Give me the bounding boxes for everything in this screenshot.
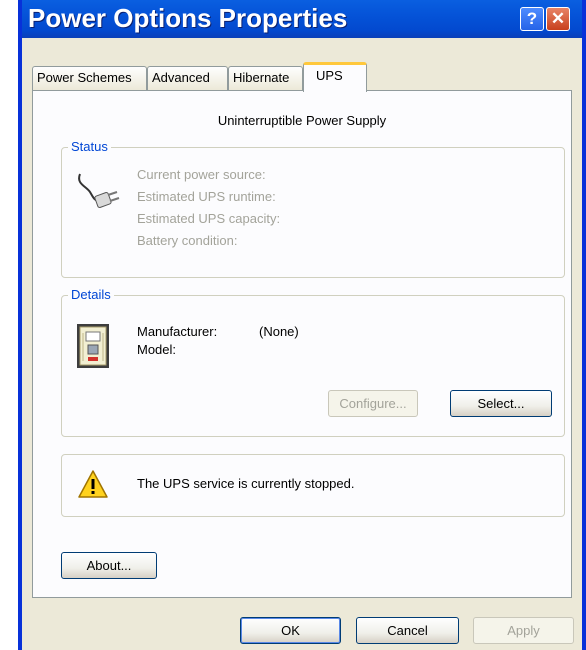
power-options-window: Power Options Properties ? ✕ Power Schem… (18, 0, 586, 650)
manufacturer-label: Manufacturer: (137, 324, 218, 339)
current-power-source-label: Current power source: (137, 167, 266, 182)
apply-button[interactable]: Apply (473, 617, 574, 644)
help-icon[interactable]: ? (520, 7, 544, 31)
window-title: Power Options Properties (28, 3, 348, 33)
select-button[interactable]: Select... (450, 390, 552, 417)
power-plug-icon (78, 173, 120, 208)
warning-icon (78, 470, 108, 498)
battery-condition-label: Battery condition: (137, 233, 238, 248)
status-group: Status Current power source: Estimated U… (61, 139, 565, 278)
details-group: Details Manufacturer: (None) Model: Conf… (61, 287, 565, 437)
estimated-capacity-label: Estimated UPS capacity: (137, 211, 281, 226)
tab-advanced[interactable]: Advanced (147, 66, 228, 90)
tab-power-schemes[interactable]: Power Schemes (32, 66, 147, 90)
ups-panel: Uninterruptible Power Supply Status Curr… (32, 90, 572, 598)
about-button[interactable]: About... (61, 552, 157, 579)
ok-button[interactable]: OK (240, 617, 341, 644)
ups-device-icon (77, 324, 109, 368)
estimated-runtime-label: Estimated UPS runtime: (137, 189, 276, 204)
ups-heading: Uninterruptible Power Supply (217, 113, 387, 128)
details-group-label: Details (68, 287, 114, 302)
title-bar[interactable]: Power Options Properties ? ✕ (22, 0, 582, 38)
service-message-group: The UPS service is currently stopped. (61, 454, 565, 517)
model-label: Model: (137, 342, 177, 357)
tab-ups[interactable]: UPS (303, 62, 367, 92)
status-group-label: Status (68, 139, 111, 154)
close-icon[interactable]: ✕ (546, 7, 570, 31)
configure-button[interactable]: Configure... (328, 390, 418, 417)
tab-hibernate[interactable]: Hibernate (228, 66, 303, 90)
ups-service-message: The UPS service is currently stopped. (137, 476, 355, 491)
manufacturer-value: (None) (259, 324, 299, 339)
cancel-button[interactable]: Cancel (356, 617, 459, 644)
